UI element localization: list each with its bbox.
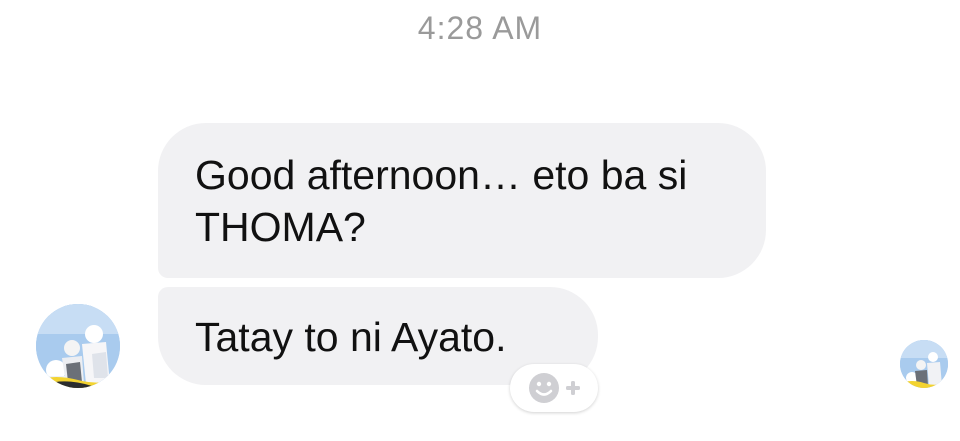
profile-avatar-icon [36,304,120,388]
read-receipt-avatar [900,340,948,388]
smiley-plus-icon [529,373,580,403]
sender-avatar[interactable] [36,304,120,388]
message-bubble[interactable]: Good afternoon… eto ba si THOMA? [158,123,766,278]
message-timestamp: 4:28 AM [417,10,543,46]
message-text: Tatay to ni Ayato. [195,314,507,360]
chat-thread: 4:28 AM Good afternoon… eto ba si THOMA?… [0,0,960,441]
message-text: Good afternoon… eto ba si THOMA? [195,152,688,250]
read-receipt-avatar-icon [900,340,948,388]
add-reaction-button[interactable] [510,364,598,412]
